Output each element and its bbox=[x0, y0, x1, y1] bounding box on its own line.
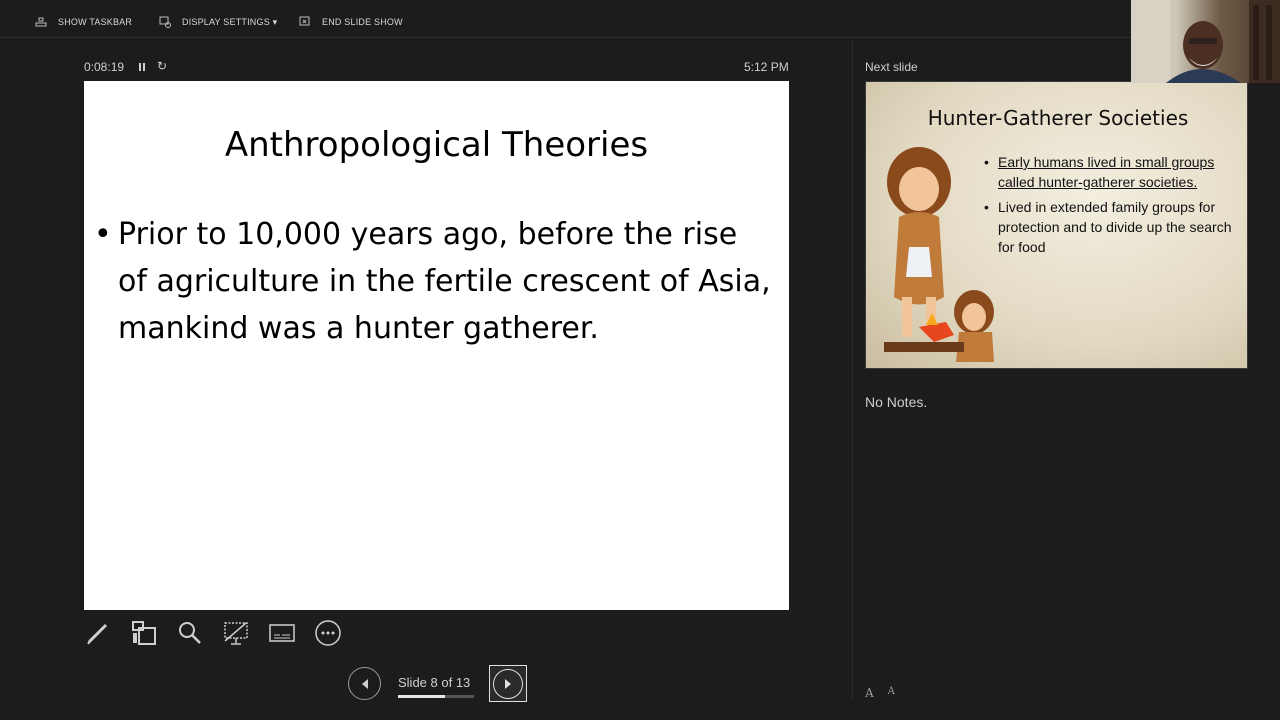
previous-arrow-icon bbox=[361, 678, 368, 689]
slide-bullet-text: Prior to 10,000 years ago, before the ri… bbox=[118, 217, 771, 346]
slide-progress-bar bbox=[398, 695, 474, 698]
next-slide-bullet: Early humans lived in small groups calle… bbox=[984, 152, 1234, 192]
show-taskbar-button[interactable]: SHOW TASKBAR bbox=[34, 14, 132, 30]
zoom-button[interactable] bbox=[176, 618, 204, 648]
slide-progress-fill bbox=[398, 695, 445, 698]
presenter-toolbar: SHOW TASKBAR DISPLAY SETTINGS ▾ END SLID… bbox=[0, 0, 1280, 38]
pause-timer-button[interactable] bbox=[135, 58, 147, 74]
presenter-tools bbox=[84, 618, 342, 648]
show-taskbar-label: SHOW TASKBAR bbox=[58, 17, 133, 27]
presenter-video-frame bbox=[1131, 0, 1280, 83]
previous-slide-button[interactable] bbox=[348, 667, 381, 700]
next-slide-title-text: Hunter-Gatherer Societies bbox=[927, 106, 1189, 130]
next-arrow-icon bbox=[505, 678, 511, 689]
elapsed-timer: 0:08:19 bbox=[84, 60, 125, 74]
next-slide-button[interactable] bbox=[489, 665, 527, 702]
black-screen-icon bbox=[224, 622, 248, 645]
display-settings-button[interactable]: DISPLAY SETTINGS ▾ bbox=[158, 14, 277, 30]
current-time: 5:12 PM bbox=[744, 60, 789, 74]
subtitles-icon bbox=[269, 624, 295, 642]
next-slide-title: Hunter-Gatherer Societies bbox=[866, 106, 1247, 130]
zoom-icon bbox=[179, 622, 201, 644]
slide-counter[interactable]: Slide 8 of 13 bbox=[398, 675, 470, 690]
pen-icon bbox=[87, 623, 108, 645]
pane-divider[interactable] bbox=[852, 40, 853, 700]
more-options-icon bbox=[315, 620, 341, 646]
slide-title: Anthropological Theories bbox=[224, 125, 649, 165]
display-settings-label: DISPLAY SETTINGS ▾ bbox=[182, 16, 278, 27]
slide-bullet: • Prior to 10,000 years ago, before the … bbox=[94, 211, 774, 352]
caveman-illustration bbox=[884, 147, 994, 362]
end-slide-show-button[interactable]: END SLIDE SHOW bbox=[298, 14, 403, 30]
next-slide-bullet: Lived in extended family groups for prot… bbox=[984, 197, 1234, 257]
end-slide-show-label: END SLIDE SHOW bbox=[322, 17, 403, 27]
more-options-button[interactable] bbox=[314, 618, 342, 648]
display-settings-icon bbox=[159, 16, 171, 28]
subtitles-button[interactable] bbox=[268, 618, 296, 648]
next-slide-label: Next slide bbox=[865, 60, 918, 74]
see-all-slides-button[interactable] bbox=[130, 618, 158, 648]
increase-font-button[interactable]: A bbox=[865, 686, 874, 700]
next-button-circle bbox=[493, 668, 523, 699]
webcam-video bbox=[1131, 0, 1280, 83]
next-slide-bullets: Early humans lived in small groups calle… bbox=[984, 152, 1234, 262]
taskbar-icon bbox=[35, 17, 47, 27]
next-slide-preview[interactable]: Hunter-Gatherer Societies Early humans l… bbox=[865, 81, 1248, 369]
speaker-notes[interactable]: No Notes. bbox=[865, 394, 927, 410]
pen-tool-button[interactable] bbox=[84, 618, 112, 648]
current-slide[interactable]: Anthropological Theories • Prior to 10,0… bbox=[84, 81, 789, 610]
decrease-font-button[interactable]: A bbox=[888, 686, 895, 700]
black-screen-button[interactable] bbox=[222, 618, 250, 648]
notes-font-controls: A A bbox=[865, 686, 895, 700]
restart-timer-icon[interactable]: ↻ bbox=[157, 59, 167, 73]
slides-grid-icon bbox=[132, 621, 156, 645]
bullet-marker: • bbox=[94, 217, 112, 252]
end-show-icon bbox=[299, 16, 310, 26]
